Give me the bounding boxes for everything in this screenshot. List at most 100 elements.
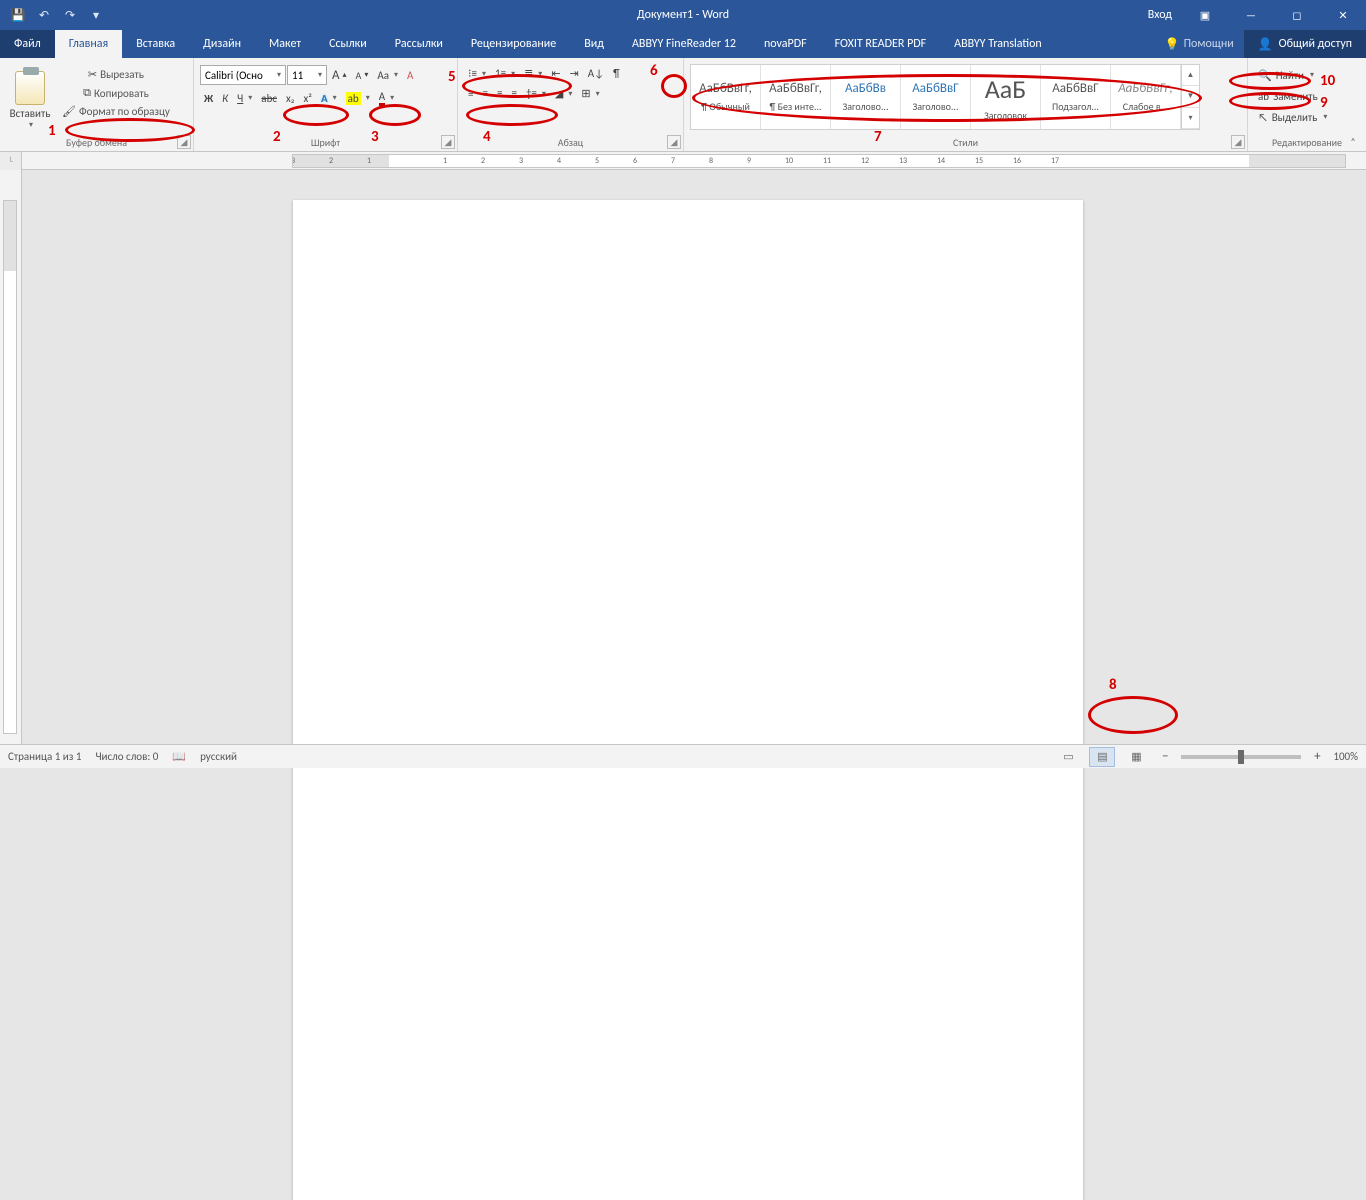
outdent-icon: ⇤ bbox=[551, 67, 560, 80]
align-right-button[interactable]: ≡ bbox=[493, 85, 506, 102]
ribbon: Вставить ▾ ✂Вырезать ⧉Копировать 🖌Формат… bbox=[0, 58, 1366, 152]
paste-button[interactable]: Вставить ▾ bbox=[6, 62, 54, 130]
underline-button[interactable]: Ч▾ bbox=[233, 90, 256, 107]
tab-design[interactable]: Дизайн bbox=[189, 30, 255, 58]
style-heading2[interactable]: АаБбВвГЗаголово... bbox=[901, 65, 971, 129]
zoom-thumb[interactable] bbox=[1238, 750, 1244, 764]
tab-mailings[interactable]: Рассылки bbox=[381, 30, 457, 58]
paragraph-dialog-launcher[interactable]: ◢ bbox=[667, 135, 681, 149]
tab-file[interactable]: Файл bbox=[0, 30, 55, 58]
copy-button[interactable]: ⧉Копировать bbox=[58, 84, 174, 102]
show-marks-button[interactable]: ¶ bbox=[609, 65, 623, 82]
close-icon[interactable]: ✕ bbox=[1320, 0, 1366, 30]
change-case-button[interactable]: Aa▾ bbox=[373, 67, 402, 84]
tab-novapdf[interactable]: novaPDF bbox=[750, 30, 821, 58]
qat-customize-icon[interactable]: ▾ bbox=[84, 3, 108, 27]
collapse-ribbon-button[interactable]: ˄ bbox=[1344, 133, 1362, 149]
font-color-button[interactable]: A▾ bbox=[375, 88, 398, 108]
font-size-combo[interactable]: 11▾ bbox=[287, 65, 327, 85]
styles-scroll-up[interactable]: ▲ bbox=[1182, 65, 1199, 86]
bullets-button[interactable]: ⁝≡▾ bbox=[464, 65, 490, 82]
status-word-count[interactable]: Число слов: 0 bbox=[95, 750, 158, 763]
document-page[interactable] bbox=[293, 200, 1083, 1200]
redo-icon[interactable]: ↷ bbox=[58, 3, 82, 27]
multilevel-list-button[interactable]: ≣▾ bbox=[520, 65, 546, 82]
zoom-in-button[interactable]: + bbox=[1309, 749, 1325, 764]
read-mode-button[interactable]: ▭ bbox=[1055, 747, 1081, 767]
clipboard-dialog-launcher[interactable]: ◢ bbox=[177, 135, 191, 149]
proofing-icon[interactable]: 📖 bbox=[172, 750, 186, 763]
font-dialog-launcher[interactable]: ◢ bbox=[441, 135, 455, 149]
justify-button[interactable]: ≡ bbox=[507, 85, 520, 102]
highlight-button[interactable]: ab▾ bbox=[342, 90, 374, 107]
ruler-h-track: 3211234567891011121314151617 bbox=[292, 154, 1346, 168]
tab-insert[interactable]: Вставка bbox=[122, 30, 189, 58]
font-name-value: Calibri (Осно bbox=[205, 69, 263, 82]
shading-button[interactable]: ◢▾ bbox=[551, 85, 576, 102]
maximize-icon[interactable]: ◻ bbox=[1274, 0, 1320, 30]
status-page[interactable]: Страница 1 из 1 bbox=[8, 750, 81, 763]
style-heading1[interactable]: АаБбВвЗаголово... bbox=[831, 65, 901, 129]
sort-button[interactable]: A↓ bbox=[584, 65, 608, 82]
style-subtitle[interactable]: АаБбВвГПодзагол... bbox=[1041, 65, 1111, 129]
clear-formatting-button[interactable]: A bbox=[403, 67, 417, 84]
grow-font-button[interactable]: A▴ bbox=[328, 66, 351, 85]
cut-button[interactable]: ✂Вырезать bbox=[58, 66, 174, 83]
strikethrough-button[interactable]: abc bbox=[257, 90, 281, 107]
tab-selector[interactable]: └ bbox=[0, 152, 22, 170]
italic-button[interactable]: К bbox=[218, 90, 232, 107]
format-painter-button[interactable]: 🖌Формат по образцу bbox=[58, 103, 174, 120]
style-title[interactable]: АаБЗаголовок bbox=[971, 65, 1041, 129]
tab-review[interactable]: Рецензирование bbox=[457, 30, 570, 58]
share-button[interactable]: 👤 Общий доступ bbox=[1244, 30, 1366, 58]
web-layout-button[interactable]: ▦ bbox=[1123, 747, 1149, 767]
save-icon[interactable]: 💾 bbox=[6, 3, 30, 27]
style-no-spacing[interactable]: АаБбВвГг,¶ Без инте... bbox=[761, 65, 831, 129]
tell-me[interactable]: 💡 Помощни bbox=[1155, 30, 1244, 58]
shrink-font-button[interactable]: A▾ bbox=[352, 67, 373, 84]
increase-indent-button[interactable]: ⇥ bbox=[566, 65, 583, 82]
style-subtle-emphasis[interactable]: АаБбВвГг,Слабое в... bbox=[1111, 65, 1181, 129]
align-center-button[interactable]: ≡ bbox=[478, 85, 491, 102]
font-name-combo[interactable]: Calibri (Осно▾ bbox=[200, 65, 286, 85]
tab-layout[interactable]: Макет bbox=[255, 30, 315, 58]
ruler-vertical[interactable] bbox=[0, 170, 22, 744]
tab-home[interactable]: Главная bbox=[55, 30, 122, 58]
account-signin[interactable]: Вход bbox=[1138, 8, 1182, 22]
select-button[interactable]: ↖Выделить▾ bbox=[1254, 107, 1331, 127]
tab-abbyy-translation[interactable]: ABBYY Translation bbox=[940, 30, 1056, 58]
undo-icon[interactable]: ↶ bbox=[32, 3, 56, 27]
zoom-out-button[interactable]: − bbox=[1157, 749, 1173, 764]
decrease-indent-button[interactable]: ⇤ bbox=[547, 65, 564, 82]
zoom-level[interactable]: 100% bbox=[1333, 750, 1358, 763]
line-spacing-button[interactable]: ‡≡▾ bbox=[522, 85, 550, 102]
align-left-button[interactable]: ≡ bbox=[464, 85, 477, 102]
tab-view[interactable]: Вид bbox=[570, 30, 618, 58]
subscript-button[interactable]: x₂ bbox=[282, 90, 298, 107]
numbering-button[interactable]: 1≡▾ bbox=[491, 65, 519, 82]
tab-foxit[interactable]: FOXIT READER PDF bbox=[821, 30, 941, 58]
ruler-horizontal[interactable]: └ 3211234567891011121314151617 bbox=[0, 152, 1366, 170]
styles-scroll-down[interactable]: ▼ bbox=[1182, 86, 1199, 107]
superscript-button[interactable]: x² bbox=[299, 90, 315, 107]
tab-finereader[interactable]: ABBYY FineReader 12 bbox=[618, 30, 750, 58]
zoom-slider[interactable] bbox=[1181, 755, 1301, 759]
styles-dialog-launcher[interactable]: ◢ bbox=[1231, 135, 1245, 149]
styles-expand[interactable]: ▾ bbox=[1182, 108, 1199, 129]
group-editing-label: Редактирование bbox=[1272, 136, 1342, 149]
print-layout-button[interactable]: ▤ bbox=[1089, 747, 1115, 767]
borders-button[interactable]: ⊞▾ bbox=[577, 85, 603, 102]
text-effects-button[interactable]: A▾ bbox=[317, 90, 341, 107]
style-normal[interactable]: АаБбВвГг,¶ Обычный bbox=[691, 65, 761, 129]
minimize-icon[interactable]: — bbox=[1228, 0, 1274, 30]
status-bar: Страница 1 из 1 Число слов: 0 📖 русский … bbox=[0, 744, 1366, 768]
tab-references[interactable]: Ссылки bbox=[315, 30, 381, 58]
ribbon-display-options-icon[interactable]: ▣ bbox=[1182, 0, 1228, 30]
find-button[interactable]: 🔍Найти▾ bbox=[1254, 65, 1318, 85]
clear-format-icon: A bbox=[407, 69, 413, 82]
replace-icon: ab bbox=[1258, 90, 1269, 103]
bold-button[interactable]: Ж bbox=[200, 90, 217, 107]
status-language[interactable]: русский bbox=[200, 750, 237, 763]
replace-button[interactable]: abЗаменить bbox=[1254, 86, 1322, 106]
lightbulb-icon: 💡 bbox=[1165, 37, 1180, 52]
